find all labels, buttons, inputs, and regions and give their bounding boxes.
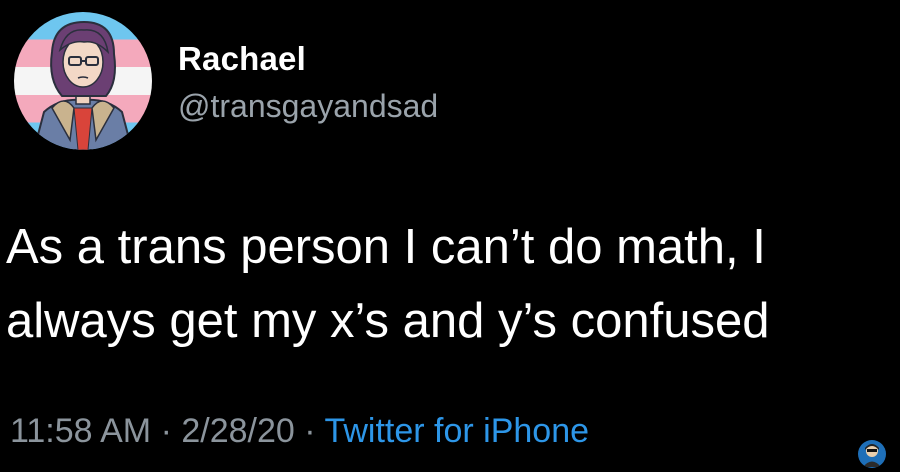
tweet-source-link[interactable]: Twitter for iPhone: [324, 412, 589, 450]
meta-separator: ·: [160, 412, 172, 450]
display-name[interactable]: Rachael: [178, 40, 306, 78]
avatar[interactable]: [14, 12, 152, 150]
tweet-text: As a trans person I can’t do math, I alw…: [6, 210, 886, 358]
tweet-card: Rachael @transgayandsad As a trans perso…: [0, 0, 900, 472]
user-handle[interactable]: @transgayandsad: [178, 88, 438, 125]
tweet-text-line: As a trans person I can’t do math, I: [6, 220, 766, 274]
tweet-meta: 11:58 AM · 2/28/20 · Twitter for iPhone: [10, 412, 589, 451]
tweet-time[interactable]: 11:58 AM: [10, 412, 151, 450]
watermark-logo-icon: [858, 440, 886, 468]
avatar-portrait-icon: [32, 20, 134, 150]
tweet-date[interactable]: 2/28/20: [181, 412, 294, 450]
meta-separator: ·: [304, 412, 316, 450]
tweet-text-line: always get my x’s and y’s confused: [6, 294, 770, 348]
